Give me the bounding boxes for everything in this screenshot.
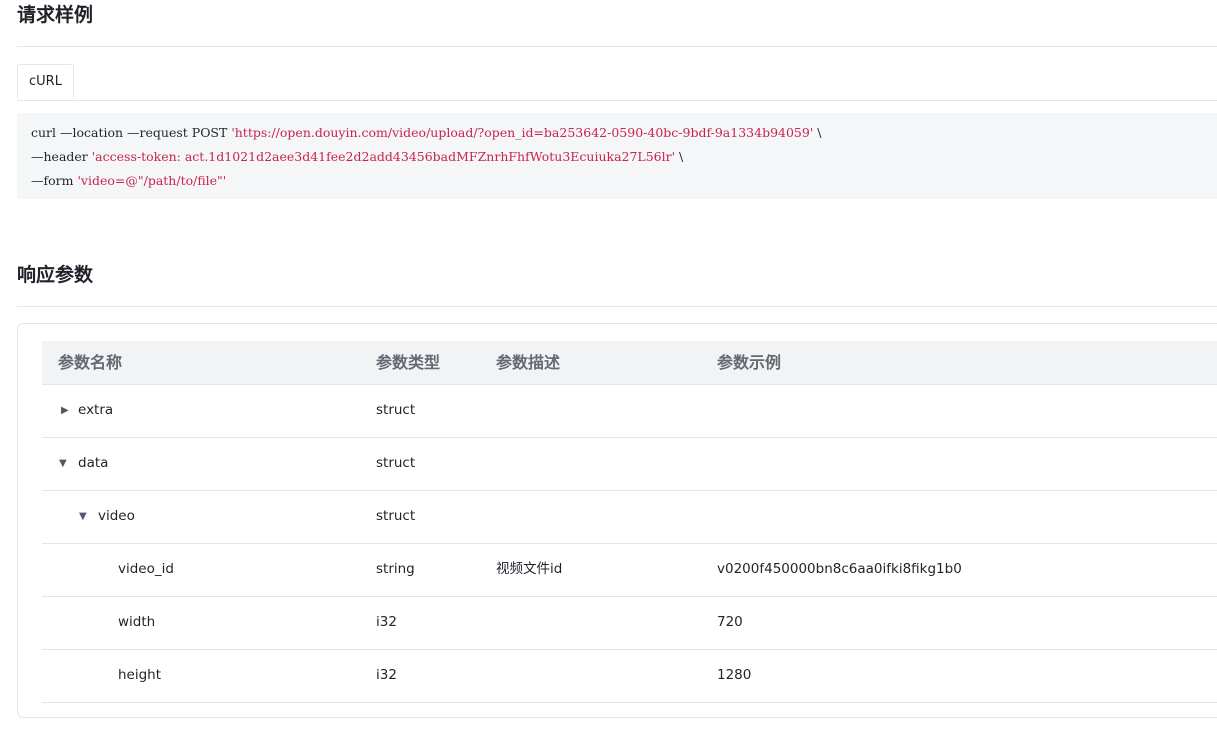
table-row: height i32 1280 <box>42 649 1217 703</box>
code-form-string: 'video=@"/path/to/file"' <box>77 173 227 188</box>
param-name: width <box>118 614 156 630</box>
param-type: struct <box>376 455 416 471</box>
code-line: curl —location —request POST 'https://op… <box>31 121 1203 145</box>
title-divider <box>17 306 1217 307</box>
param-type: struct <box>376 508 416 524</box>
table-row: ▼ video struct <box>42 490 1217 544</box>
param-name: height <box>118 667 162 683</box>
expand-caret-icon[interactable]: ▶ <box>61 384 69 437</box>
code-command: —header <box>31 149 92 164</box>
column-header-example: 参数示例 <box>717 353 782 372</box>
param-name: video_id <box>118 561 174 577</box>
code-line-continuation: \ <box>813 125 822 140</box>
params-table: 参数名称 参数类型 参数描述 参数示例 ▶ extra struct ▼ dat… <box>17 323 1217 718</box>
param-description: 视频文件id <box>496 561 563 577</box>
table-row: width i32 720 <box>42 596 1217 650</box>
param-name: extra <box>78 402 114 418</box>
code-url-string: 'https://open.douyin.com/video/upload/?o… <box>231 125 814 140</box>
request-example-title: 请求样例 <box>17 4 94 26</box>
code-tab-bar: cURL <box>17 64 1217 101</box>
code-block: curl —location —request POST 'https://op… <box>17 113 1217 199</box>
response-params-title: 响应参数 <box>17 264 94 286</box>
table-row: video_id string 视频文件id v0200f450000bn8c6… <box>42 543 1217 597</box>
column-header-description: 参数描述 <box>496 353 561 372</box>
param-type: i32 <box>376 667 397 683</box>
code-line: —header 'access-token: act.1d1021d2aee3d… <box>31 145 1203 169</box>
param-type: string <box>376 561 415 577</box>
code-line: —form 'video=@"/path/to/file"' <box>31 169 1203 193</box>
code-command: curl —location —request POST <box>31 125 232 140</box>
title-divider <box>17 46 1217 47</box>
param-example: 1280 <box>717 667 752 683</box>
collapse-caret-icon[interactable]: ▼ <box>79 490 87 543</box>
code-header-string: 'access-token: act.1d1021d2aee3d41fee2d2… <box>91 149 676 164</box>
param-example: v0200f450000bn8c6aa0ifki8fikg1b0 <box>717 561 962 577</box>
code-line-continuation: \ <box>675 149 684 164</box>
table-row: ▼ data struct <box>42 437 1217 491</box>
tab-curl[interactable]: cURL <box>17 64 74 99</box>
table-row: ▶ extra struct <box>42 384 1217 438</box>
param-example: 720 <box>717 614 743 630</box>
param-name: data <box>78 455 109 471</box>
param-name: video <box>98 508 135 524</box>
param-type: i32 <box>376 614 397 630</box>
table-header: 参数名称 参数类型 参数描述 参数示例 <box>42 341 1217 385</box>
param-type: struct <box>376 402 416 418</box>
collapse-caret-icon[interactable]: ▼ <box>59 437 67 490</box>
code-command: —form <box>31 173 78 188</box>
column-header-type: 参数类型 <box>376 353 441 372</box>
column-header-name: 参数名称 <box>58 353 123 372</box>
